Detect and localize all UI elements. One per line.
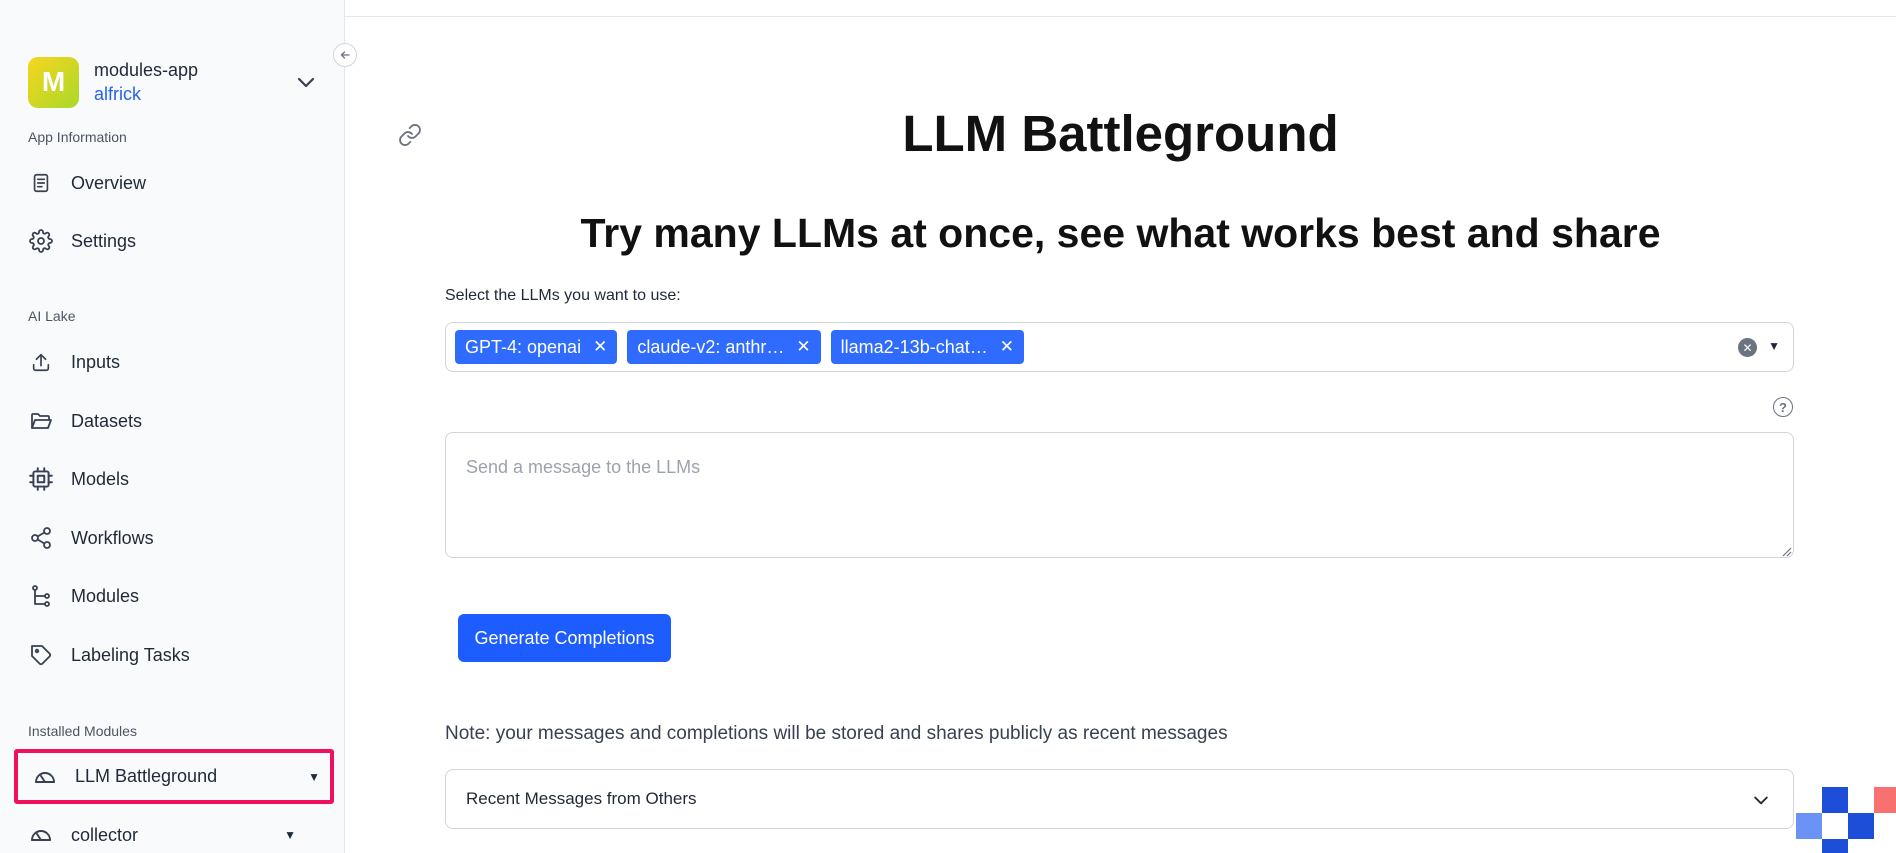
gear-icon <box>28 228 54 254</box>
resize-handle-icon[interactable] <box>1780 545 1792 557</box>
sidebar-item-label: Inputs <box>71 351 121 372</box>
chevron-down-icon <box>1754 796 1768 805</box>
sidebar-item-modules[interactable]: Modules <box>28 574 318 618</box>
logo-pixel <box>1874 787 1896 813</box>
chip-label: GPT-4: openai <box>465 336 582 357</box>
gauge-icon <box>32 764 58 790</box>
sidebar-item-datasets[interactable]: Datasets <box>28 399 318 443</box>
sidebar-item-workflows[interactable]: Workflows <box>28 516 318 560</box>
logo-pixel <box>1822 813 1848 839</box>
generate-completions-button[interactable]: Generate Completions <box>458 614 671 662</box>
collapse-sidebar-button[interactable] <box>333 43 357 67</box>
chip-label: llama2-13b-chat… <box>840 336 988 357</box>
sidebar-item-label: Labeling Tasks <box>71 644 190 665</box>
section-label-app-information: App Information <box>28 129 127 145</box>
sidebar-item-label: Models <box>71 468 130 489</box>
caret-down-icon[interactable]: ▼ <box>308 770 320 784</box>
caret-down-icon[interactable]: ▼ <box>1768 339 1780 353</box>
logo-pixel <box>1848 813 1874 839</box>
app-switcher[interactable]: M modules-app alfrick <box>28 56 318 108</box>
sidebar-item-label: Workflows <box>71 527 154 548</box>
tag-icon <box>28 642 54 668</box>
llm-select-label: Select the LLMs you want to use: <box>445 287 681 304</box>
sidebar-item-overview[interactable]: Overview <box>28 161 318 205</box>
close-icon[interactable]: ✕ <box>1000 337 1014 357</box>
folder-icon <box>28 408 54 434</box>
chip-label: claude-v2: anthr… <box>637 336 785 357</box>
app-avatar: M <box>28 56 79 108</box>
top-divider <box>345 16 1896 17</box>
caret-down-icon[interactable]: ▼ <box>284 828 296 842</box>
sidebar-item-inputs[interactable]: Inputs <box>28 340 318 384</box>
page-subtitle: Try many LLMs at once, see what works be… <box>580 210 1661 256</box>
app-user-link[interactable]: alfrick <box>94 82 198 106</box>
logo-pixel <box>1822 787 1848 813</box>
upload-icon <box>28 349 54 375</box>
clear-all-icon[interactable]: ✕ <box>1738 338 1757 357</box>
logo-pixel <box>1796 813 1822 839</box>
section-label-ai-lake: AI Lake <box>28 308 76 324</box>
sidebar-item-collector[interactable]: collector ▼ <box>28 813 318 853</box>
storage-note: Note: your messages and completions will… <box>445 723 1228 744</box>
close-icon[interactable]: ✕ <box>593 337 607 357</box>
section-label-installed-modules: Installed Modules <box>28 723 137 739</box>
llm-chip: GPT-4: openai ✕ <box>455 330 618 364</box>
share-nodes-icon <box>28 525 54 551</box>
help-icon[interactable]: ? <box>1773 397 1793 417</box>
arrow-left-icon <box>340 51 350 59</box>
sidebar-item-llm-battleground[interactable]: LLM Battleground ▼ <box>14 749 334 804</box>
llm-multiselect[interactable]: GPT-4: openai ✕ claude-v2: anthr… ✕ llam… <box>445 322 1794 372</box>
logo-pixel <box>1848 787 1874 813</box>
tree-icon <box>28 583 54 609</box>
sidebar-item-label: Overview <box>71 172 147 193</box>
gauge-icon <box>28 822 54 848</box>
message-input[interactable] <box>445 432 1794 558</box>
recent-messages-expander[interactable]: Recent Messages from Others <box>445 769 1794 829</box>
logo-pixel <box>1822 839 1848 853</box>
chip-icon <box>28 466 54 492</box>
recent-messages-label: Recent Messages from Others <box>466 789 697 808</box>
document-icon <box>28 170 54 196</box>
sidebar: M modules-app alfrick App Information Ov… <box>0 0 345 853</box>
sidebar-item-label: Modules <box>71 585 140 606</box>
sidebar-item-label: Datasets <box>71 410 143 431</box>
sidebar-item-label: collector <box>71 824 139 845</box>
sidebar-item-label: Settings <box>71 230 137 251</box>
sidebar-item-settings[interactable]: Settings <box>28 219 318 263</box>
close-icon[interactable]: ✕ <box>796 337 810 357</box>
app-name: modules-app <box>94 60 199 80</box>
sidebar-item-label: LLM Battleground <box>75 766 218 786</box>
sidebar-item-labeling-tasks[interactable]: Labeling Tasks <box>28 633 318 677</box>
page-title: LLM Battleground <box>902 105 1339 162</box>
chevron-down-icon[interactable] <box>294 70 318 94</box>
sidebar-item-models[interactable]: Models <box>28 457 318 501</box>
llm-chip: llama2-13b-chat… ✕ <box>830 330 1024 364</box>
llm-chip: claude-v2: anthr… ✕ <box>627 330 821 364</box>
